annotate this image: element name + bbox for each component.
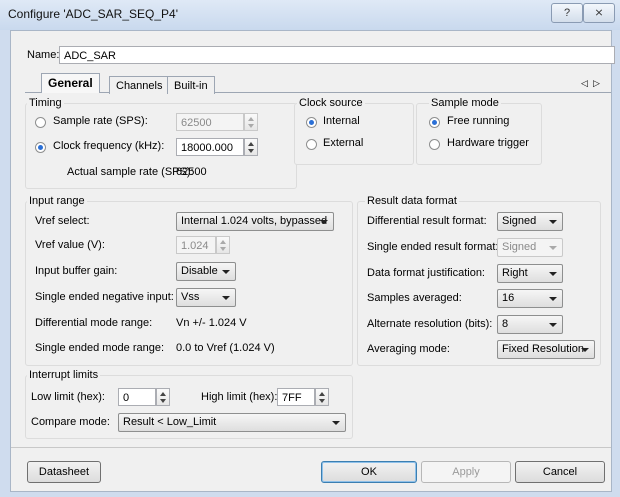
neg-input-label: Single ended negative input: (35, 291, 174, 303)
cancel-button[interactable]: Cancel (515, 461, 605, 483)
chevron-down-icon (549, 323, 557, 327)
buffer-gain-value: Disable (181, 265, 218, 277)
clock-freq-label: Clock frequency (kHz): (53, 140, 165, 152)
se-format-value: Signed (502, 241, 537, 253)
se-format-dropdown[interactable]: Signed (497, 238, 563, 257)
sample-rate-input[interactable]: 62500 (176, 113, 244, 131)
window-title: Configure 'ADC_SAR_SEQ_P4' (8, 7, 178, 21)
chevron-down-icon (549, 272, 557, 276)
timing-title: Timing (27, 97, 64, 109)
chevron-down-icon (549, 220, 557, 224)
sample-rate-spinner[interactable] (244, 113, 258, 131)
chevron-down-icon (320, 220, 328, 224)
actual-rate-value: 62500 (176, 166, 207, 178)
actual-rate-label: Actual sample rate (SPS): (67, 166, 194, 178)
high-limit-input[interactable]: 7FF (277, 388, 315, 406)
justification-dropdown[interactable]: Right (497, 264, 563, 283)
name-label: Name: (27, 49, 60, 61)
compare-mode-value: Result < Low_Limit (123, 416, 217, 428)
clock-freq-input[interactable]: 18000.000 (176, 138, 244, 156)
sample-mode-group (416, 103, 542, 165)
diff-range-value: Vn +/- 1.024 V (176, 317, 247, 329)
vref-value-input[interactable]: 1.024 (176, 236, 216, 254)
avg-mode-value: Fixed Resolution (502, 343, 584, 355)
result-format-title: Result data format (365, 195, 459, 207)
diff-format-value: Signed (502, 215, 537, 227)
tab-scroll-right-icon[interactable]: ▷ (593, 78, 600, 89)
dialog-window: Configure 'ADC_SAR_SEQ_P4' ? ⨯ Name: ADC… (0, 0, 620, 497)
clock-external-radio[interactable] (306, 139, 317, 150)
justification-label: Data format justification: (367, 267, 485, 279)
name-input[interactable]: ADC_SAR (59, 46, 615, 64)
vref-select-dropdown[interactable]: Internal 1.024 volts, bypassed (176, 212, 334, 231)
hardware-trigger-radio[interactable] (429, 139, 440, 150)
vref-value-label: Vref value (V): (35, 239, 105, 251)
dialog-client: Name: ADC_SAR General Channels Built-in … (10, 30, 615, 492)
clock-freq-radio[interactable] (35, 142, 46, 153)
tab-built-in[interactable]: Built-in (167, 76, 215, 94)
avg-mode-dropdown[interactable]: Fixed Resolution (497, 340, 595, 359)
vref-value-spinner[interactable] (216, 236, 230, 254)
apply-button[interactable]: Apply (421, 461, 511, 483)
title-bar: Configure 'ADC_SAR_SEQ_P4' ? ⨯ (0, 0, 620, 30)
clock-source-title: Clock source (297, 97, 365, 109)
diff-format-label: Differential result format: (367, 215, 487, 227)
clock-freq-spinner[interactable] (244, 138, 258, 156)
tab-channels[interactable]: Channels (109, 76, 170, 94)
help-button[interactable]: ? (551, 3, 583, 23)
alt-res-dropdown[interactable]: 8 (497, 315, 563, 334)
se-range-label: Single ended mode range: (35, 342, 165, 354)
neg-input-value: Vss (181, 291, 200, 303)
clock-internal-radio[interactable] (306, 117, 317, 128)
diff-format-dropdown[interactable]: Signed (497, 212, 563, 231)
sample-rate-label: Sample rate (SPS): (53, 115, 148, 127)
samples-value: 16 (502, 292, 515, 304)
alt-res-value: 8 (502, 318, 509, 330)
chevron-down-icon (581, 348, 589, 352)
sample-mode-title: Sample mode (429, 97, 501, 109)
se-range-value: 0.0 to Vref (1.024 V) (176, 342, 275, 354)
clock-source-group (294, 103, 414, 165)
low-limit-input[interactable]: 0 (118, 388, 156, 406)
input-range-title: Input range (27, 195, 87, 207)
tab-scroll-left-icon[interactable]: ◁ (581, 78, 588, 89)
alt-res-label: Alternate resolution (bits): (367, 318, 493, 330)
datasheet-button[interactable]: Datasheet (27, 461, 101, 483)
samples-label: Samples averaged: (367, 292, 462, 304)
clock-internal-label: Internal (323, 115, 360, 127)
chevron-down-icon (332, 421, 340, 425)
high-limit-spinner[interactable] (315, 388, 329, 406)
hardware-trigger-label: Hardware trigger (447, 137, 529, 149)
buffer-gain-dropdown[interactable]: Disable (176, 262, 236, 281)
vref-select-label: Vref select: (35, 215, 90, 227)
compare-mode-dropdown[interactable]: Result < Low_Limit (118, 413, 346, 432)
interrupt-title: Interrupt limits (27, 369, 101, 381)
vref-select-value: Internal 1.024 volts, bypassed (181, 215, 328, 227)
avg-mode-label: Averaging mode: (367, 343, 450, 355)
neg-input-dropdown[interactable]: Vss (176, 288, 236, 307)
low-limit-label: Low limit (hex): (31, 391, 105, 403)
chevron-down-icon (222, 270, 230, 274)
diff-range-label: Differential mode range: (35, 317, 153, 329)
high-limit-label: High limit (hex): (201, 391, 278, 403)
sample-rate-radio[interactable] (35, 117, 46, 128)
button-separator (11, 447, 611, 448)
buffer-gain-label: Input buffer gain: (35, 265, 118, 277)
chevron-down-icon (549, 246, 557, 250)
compare-mode-label: Compare mode: (31, 416, 110, 428)
tab-general[interactable]: General (41, 73, 100, 93)
samples-dropdown[interactable]: 16 (497, 289, 563, 308)
low-limit-spinner[interactable] (156, 388, 170, 406)
chevron-down-icon (549, 297, 557, 301)
free-running-label: Free running (447, 115, 510, 127)
free-running-radio[interactable] (429, 117, 440, 128)
clock-external-label: External (323, 137, 364, 149)
ok-button[interactable]: OK (321, 461, 417, 483)
chevron-down-icon (222, 296, 230, 300)
se-format-label: Single ended result format: (367, 241, 499, 253)
close-button[interactable]: ⨯ (583, 3, 615, 23)
justification-value: Right (502, 267, 528, 279)
